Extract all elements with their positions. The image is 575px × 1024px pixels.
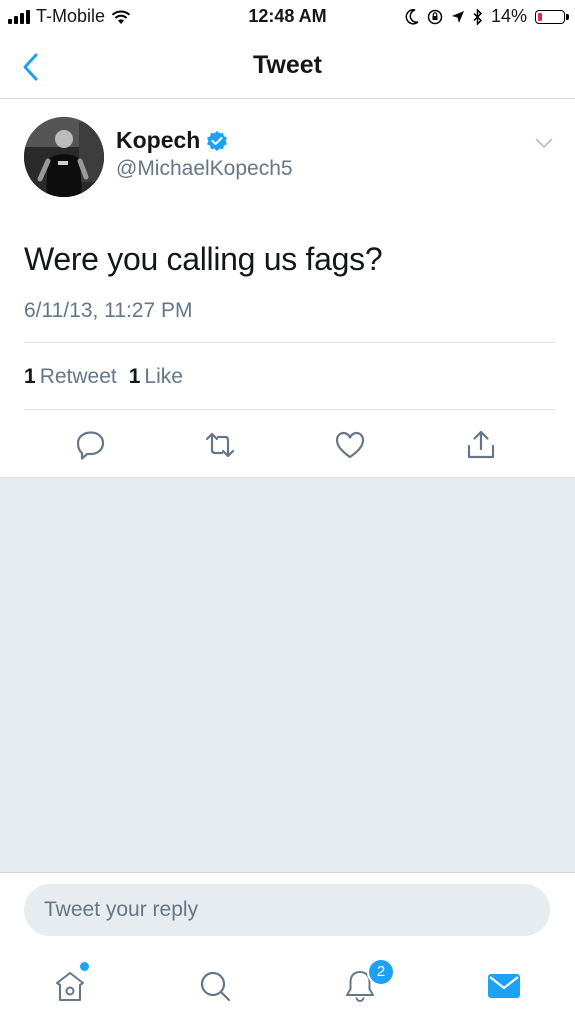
empty-replies-area xyxy=(0,477,575,873)
status-right: 14% xyxy=(405,6,569,27)
avatar-image xyxy=(24,117,104,197)
verified-badge-icon xyxy=(207,130,228,151)
like-icon[interactable] xyxy=(334,429,366,461)
like-label: Like xyxy=(144,365,183,388)
page-title: Tweet xyxy=(253,51,322,79)
tweet-actions xyxy=(0,429,575,461)
tweet-timestamp: 6/11/13, 11:27 PM xyxy=(24,299,193,322)
divider xyxy=(24,409,556,410)
like-count: 1 xyxy=(128,365,141,388)
chevron-down-icon[interactable] xyxy=(535,137,553,149)
reply-icon[interactable] xyxy=(75,429,107,461)
tweet-stats: 1 Retweet 1 Like xyxy=(24,365,183,389)
home-unread-dot xyxy=(80,962,89,971)
notifications-badge: 2 xyxy=(367,958,395,986)
retweet-icon[interactable] xyxy=(204,429,236,461)
avatar[interactable] xyxy=(24,117,104,197)
nav-bar: Tweet xyxy=(0,34,575,99)
retweet-stat[interactable]: 1 Retweet xyxy=(24,365,117,389)
status-bar: T-Mobile 12:48 AM 14% xyxy=(0,0,575,34)
reply-box xyxy=(24,884,550,936)
battery-icon xyxy=(535,9,569,24)
display-name[interactable]: Kopech xyxy=(116,127,200,154)
name-row: Kopech xyxy=(116,127,228,154)
battery-fill xyxy=(538,12,542,21)
like-stat[interactable]: 1 Like xyxy=(129,365,183,389)
user-handle[interactable]: @MichaelKopech5 xyxy=(116,157,293,181)
reply-input[interactable] xyxy=(24,884,550,936)
retweet-count: 1 xyxy=(24,365,36,388)
tweet-text: Were you calling us fags? xyxy=(24,241,383,277)
share-icon[interactable] xyxy=(465,429,497,461)
search-icon[interactable] xyxy=(195,966,235,1006)
divider xyxy=(24,342,556,343)
messages-icon[interactable] xyxy=(484,966,524,1006)
orientation-lock-icon xyxy=(427,9,443,24)
battery-percent: 14% xyxy=(490,6,527,26)
moon-icon xyxy=(405,8,419,24)
location-icon xyxy=(451,10,464,23)
bluetooth-icon xyxy=(473,8,483,25)
home-icon[interactable] xyxy=(50,966,90,1006)
retweet-label: Retweet xyxy=(39,365,117,388)
